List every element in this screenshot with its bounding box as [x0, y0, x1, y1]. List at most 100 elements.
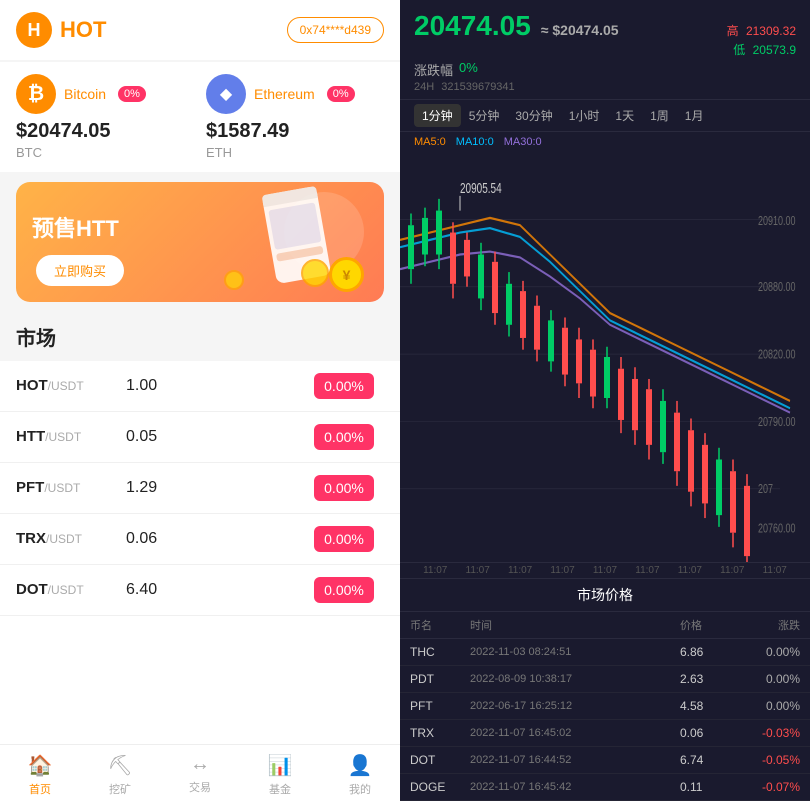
table-price: 6.86 [680, 645, 740, 659]
time-tab-1天[interactable]: 1天 [607, 104, 642, 127]
time-tab-1分钟[interactable]: 1分钟 [414, 104, 461, 127]
nav-icon: ⛏ [107, 753, 132, 778]
price-approx: ≈ $20474.05 [541, 22, 619, 38]
table-row[interactable]: PDT 2022-08-09 10:38:17 2.63 0.00% [400, 666, 810, 693]
nav-label: 基金 [269, 781, 291, 797]
nav-icon: ↔ [190, 753, 210, 776]
nav-label: 交易 [189, 779, 211, 795]
logo: H HOT [16, 12, 106, 48]
nav-icon: 📊 [268, 753, 293, 778]
btc-price: $20474.05 [16, 120, 194, 143]
svg-text:207: 207 [758, 483, 773, 497]
time-axis-label: 11:07 [508, 565, 532, 576]
chart-time-axis: 11:0711:0711:0711:0711:0711:0711:0711:07… [400, 562, 810, 578]
market-table-section: 市场价格 币名 时间 价格 涨跌 THC 2022-11-03 08:24:51… [400, 578, 810, 801]
table-coin: PDT [410, 672, 470, 686]
eth-name: Ethereum [254, 86, 315, 102]
btc-change-badge: 0% [118, 86, 146, 102]
market-item[interactable]: DOT/USDT 6.40 0.00% [0, 565, 400, 616]
market-item[interactable]: TRX/USDT 0.06 0.00% [0, 514, 400, 565]
change-label: 涨跌幅 [414, 60, 453, 79]
svg-text:20790.00: 20790.00 [758, 415, 795, 429]
market-change: 0.00% [304, 577, 384, 603]
nav-item-挖矿[interactable]: ⛏ 挖矿 [80, 753, 160, 797]
price-value: 20474.05 [414, 10, 531, 42]
banner-decor-coin: ¥ [329, 257, 364, 292]
banner-buy-button[interactable]: 立即购买 [36, 255, 124, 286]
time-axis-label: 11:07 [466, 565, 490, 576]
table-row[interactable]: DOT 2022-11-07 16:44:52 6.74 -0.05% [400, 747, 810, 774]
header-coin: 币名 [410, 617, 470, 633]
table-coin: TRX [410, 726, 470, 740]
market-name: PFT/USDT [16, 479, 126, 497]
wallet-address-badge[interactable]: 0x74****d439 [287, 17, 384, 43]
nav-label: 我的 [349, 781, 371, 797]
table-time: 2022-11-07 16:45:02 [470, 727, 680, 739]
svg-text:20880.00: 20880.00 [758, 281, 795, 295]
market-price: 6.40 [126, 581, 304, 599]
market-title: 市场 [16, 322, 384, 351]
table-time: 2022-08-09 10:38:17 [470, 673, 680, 685]
svg-text:20820.00: 20820.00 [758, 348, 795, 362]
market-name-sub: /USDT [45, 430, 81, 444]
header-change: 涨跌 [740, 617, 800, 633]
market-change: 0.00% [304, 475, 384, 501]
nav-item-基金[interactable]: 📊 基金 [240, 753, 320, 797]
nav-item-我的[interactable]: 👤 我的 [320, 753, 400, 797]
table-price: 2.63 [680, 672, 740, 686]
time-tab-5分钟[interactable]: 5分钟 [461, 104, 508, 127]
ma10-label: MA10:0 [456, 136, 494, 148]
table-row[interactable]: PFT 2022-06-17 16:25:12 4.58 0.00% [400, 693, 810, 720]
change-badge: 0.00% [314, 526, 374, 552]
market-change: 0.00% [304, 373, 384, 399]
high-val: 21309.32 [746, 24, 796, 38]
eth-change-badge: 0% [327, 86, 355, 102]
nav-item-首页[interactable]: 🏠 首页 [0, 753, 80, 797]
market-name-main: HTT [16, 428, 45, 445]
time-tab-1周[interactable]: 1周 [642, 104, 677, 127]
table-coin: DOGE [410, 780, 470, 794]
table-time: 2022-11-03 08:24:51 [470, 646, 680, 658]
market-name: DOT/USDT [16, 581, 126, 599]
btc-symbol: BTC [16, 145, 194, 160]
eth-card[interactable]: ◆ Ethereum 0% $1587.49 ETH [206, 74, 384, 160]
time-axis-label: 11:07 [678, 565, 702, 576]
nav-item-交易[interactable]: ↔ 交易 [160, 753, 240, 797]
market-name-sub: /USDT [48, 379, 84, 393]
time-tab-1月[interactable]: 1月 [677, 104, 712, 127]
table-change: -0.05% [740, 753, 800, 767]
table-price: 0.11 [680, 780, 740, 794]
table-row[interactable]: THC 2022-11-03 08:24:51 6.86 0.00% [400, 639, 810, 666]
volume-val: 321539679341 [441, 81, 514, 93]
market-item[interactable]: HOT/USDT 1.00 0.00% [0, 361, 400, 412]
market-item[interactable]: HTT/USDT 0.05 0.00% [0, 412, 400, 463]
market-item[interactable]: PFT/USDT 1.29 0.00% [0, 463, 400, 514]
header-time: 时间 [470, 617, 680, 633]
price-row2: 涨跌幅 0% [414, 60, 796, 79]
time-tab-1小时[interactable]: 1小时 [561, 104, 608, 127]
table-row[interactable]: DOGE 2022-11-07 16:45:42 0.11 -0.07% [400, 774, 810, 801]
logo-icon: H [16, 12, 52, 48]
high-label: 高 [727, 24, 739, 38]
table-change: 0.00% [740, 672, 800, 686]
time-axis-label: 11:07 [720, 565, 744, 576]
table-change: 0.00% [740, 645, 800, 659]
market-name-sub: /USDT [46, 532, 82, 546]
market-price: 0.06 [126, 530, 304, 548]
table-row[interactable]: TRX 2022-11-07 16:45:02 0.06 -0.03% [400, 720, 810, 747]
market-name: HOT/USDT [16, 377, 126, 395]
table-time: 2022-11-07 16:45:42 [470, 781, 680, 793]
market-price: 1.00 [126, 377, 304, 395]
nav-label: 首页 [29, 781, 51, 797]
table-price: 0.06 [680, 726, 740, 740]
price-header: 20474.05 ≈ $20474.05 高 21309.32 低 20573.… [400, 0, 810, 100]
btc-icon: ₿ [16, 74, 56, 114]
btc-card-header: ₿ Bitcoin 0% [16, 74, 194, 114]
btc-card[interactable]: ₿ Bitcoin 0% $20474.05 BTC [16, 74, 194, 160]
volume-row: 24H 321539679341 [414, 81, 796, 93]
time-tab-30分钟[interactable]: 30分钟 [507, 104, 560, 127]
nav-icon: 👤 [348, 753, 373, 778]
nav-icon: 🏠 [28, 753, 53, 778]
time-axis-label: 11:07 [423, 565, 447, 576]
market-name-main: DOT [16, 581, 48, 598]
